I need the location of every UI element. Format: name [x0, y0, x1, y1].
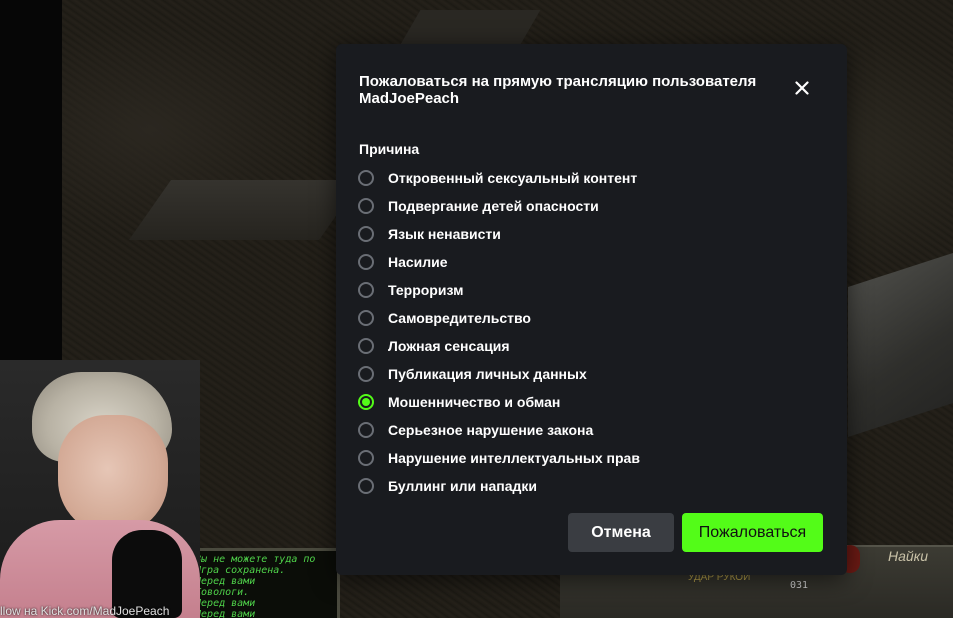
reason-option-label: Откровенный сексуальный контент: [388, 170, 638, 186]
reason-option-label: Мошенничество и обман: [388, 394, 561, 410]
reason-option[interactable]: Насилие: [358, 248, 640, 276]
radio-unchecked-icon[interactable]: [358, 422, 374, 438]
stream-page: •Вы не можете туда по •Игра сохранена. •…: [0, 0, 953, 618]
console-line: •Игра сохранена.: [189, 565, 286, 576]
report-button[interactable]: Пожаловаться: [682, 513, 823, 552]
reason-option-label: Самовредительство: [388, 310, 531, 326]
reason-option[interactable]: Нарушение интеллектуальных прав: [358, 444, 640, 472]
reason-option-label: Терроризм: [388, 282, 464, 298]
radio-checked-icon[interactable]: [358, 394, 374, 410]
report-modal: Пожаловаться на прямую трансляцию пользо…: [336, 44, 847, 575]
radio-unchecked-icon[interactable]: [358, 478, 374, 494]
cancel-button[interactable]: Отмена: [568, 513, 674, 552]
reason-option-label: Насилие: [388, 254, 448, 270]
reason-label: Причина: [359, 141, 420, 157]
game-scene-slab: [399, 10, 541, 46]
reason-option-label: Язык ненависти: [388, 226, 501, 242]
reason-option[interactable]: Терроризм: [358, 276, 640, 304]
reason-option-label: Подвергание детей опасности: [388, 198, 599, 214]
close-button[interactable]: [790, 76, 814, 100]
radio-unchecked-icon[interactable]: [358, 366, 374, 382]
reason-option[interactable]: Ложная сенсация: [358, 332, 640, 360]
radio-unchecked-icon[interactable]: [358, 226, 374, 242]
reason-option-label: Серьезное нарушение закона: [388, 422, 594, 438]
radio-unchecked-icon[interactable]: [358, 170, 374, 186]
reason-option-label: Буллинг или нападки: [388, 478, 538, 494]
game-hud-logo: Найки: [888, 548, 929, 564]
reason-radio-group: Откровенный сексуальный контент Подверган…: [358, 164, 640, 500]
console-line: •Вы не можете туда по: [189, 554, 316, 565]
reason-option[interactable]: Самовредительство: [358, 304, 640, 332]
close-icon: [795, 81, 809, 95]
reason-option[interactable]: Мошенничество и обман: [358, 388, 640, 416]
streamer-webcam: [0, 360, 200, 618]
reason-option[interactable]: Откровенный сексуальный контент: [358, 164, 640, 192]
reason-option-label: Ложная сенсация: [388, 338, 510, 354]
console-line: •Перед вами: [189, 598, 256, 609]
reason-option[interactable]: Публикация личных данных: [358, 360, 640, 388]
radio-unchecked-icon[interactable]: [358, 450, 374, 466]
reason-option-label: Нарушение интеллектуальных прав: [388, 450, 640, 466]
radio-unchecked-icon[interactable]: [358, 310, 374, 326]
game-message-console: •Вы не можете туда по •Игра сохранена. •…: [180, 548, 340, 618]
reason-option[interactable]: Серьезное нарушение закона: [358, 416, 640, 444]
console-line: •Ковологи.: [189, 587, 250, 598]
console-line: •Перед вами: [189, 576, 256, 587]
radio-unchecked-icon[interactable]: [358, 254, 374, 270]
radio-unchecked-icon[interactable]: [358, 282, 374, 298]
radio-unchecked-icon[interactable]: [358, 198, 374, 214]
game-hud-counter: 031: [790, 580, 809, 591]
webcam-face: [58, 415, 168, 535]
stream-watermark: llow на Kick.com/MadJoePeach: [0, 604, 170, 618]
radio-unchecked-icon[interactable]: [358, 338, 374, 354]
modal-title: Пожаловаться на прямую трансляцию пользо…: [359, 73, 757, 107]
reason-option[interactable]: Буллинг или нападки: [358, 472, 640, 500]
console-line: •Перед вами: [189, 609, 256, 618]
reason-option[interactable]: Подвергание детей опасности: [358, 192, 640, 220]
reason-option[interactable]: Язык ненависти: [358, 220, 640, 248]
reason-option-label: Публикация личных данных: [388, 366, 587, 382]
